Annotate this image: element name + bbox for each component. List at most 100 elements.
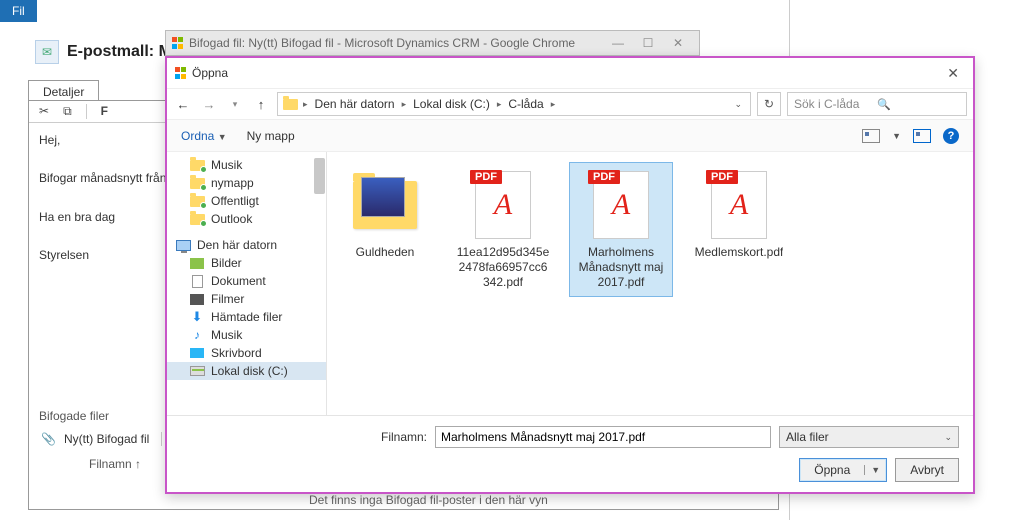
folder-icon (282, 97, 298, 111)
chevron-right-icon[interactable]: ▸ (399, 99, 410, 110)
chevron-right-icon[interactable]: ▸ (548, 99, 559, 110)
chrome-popup-titlebar: Bifogad fil: Ny(tt) Bifogad fil - Micros… (165, 30, 700, 56)
dl-icon: ⬇ (189, 310, 205, 324)
open-split-dropdown[interactable]: ▼ (864, 465, 886, 475)
nav-up-button[interactable]: ↑ (251, 97, 271, 112)
search-placeholder: Sök i C-låda (794, 97, 877, 111)
chrome-popup-title: Bifogad fil: Ny(tt) Bifogad fil - Micros… (189, 36, 575, 50)
empty-list-message: Det finns inga Bifogad fil-poster i den … (309, 493, 548, 507)
chevron-right-icon[interactable]: ▸ (300, 99, 311, 110)
monitor-icon (175, 238, 191, 252)
tree-label: Dokument (211, 274, 266, 288)
breadcrumb-item[interactable]: Den här datorn (313, 96, 397, 112)
tree-label: Musik (211, 158, 242, 172)
open-button[interactable]: Öppna▼ (799, 458, 887, 482)
search-icon[interactable]: 🔍 (877, 98, 960, 111)
nav-recent-button[interactable]: ▾ (225, 99, 245, 110)
file-label: 11ea12d95d345e2478fa66957cc6342.pdf (456, 245, 550, 290)
filename-label: Filnamn: (381, 430, 427, 444)
dialog-title: Öppna (192, 66, 941, 80)
organize-menu[interactable]: Ordna ▼ (181, 129, 227, 143)
scrollbar-thumb[interactable] (314, 158, 325, 194)
breadcrumb-dropdown[interactable]: ⌄ (730, 99, 746, 110)
chevron-down-icon: ⌄ (944, 432, 952, 443)
tree-label: Lokal disk (C:) (211, 364, 288, 378)
view-dropdown-icon[interactable]: ▼ (892, 131, 901, 141)
pdf-thumb: PDFA (585, 169, 657, 241)
new-attachment-icon[interactable]: 📎 (41, 432, 56, 446)
email-template-icon: ✉ (35, 40, 59, 64)
tree-label: Offentligt (211, 194, 259, 208)
nav-back-button[interactable]: ← (173, 97, 193, 112)
copy-icon[interactable]: ⧉ (63, 104, 72, 119)
maximize-button[interactable]: ☐ (633, 36, 663, 50)
folder-icon (189, 194, 205, 208)
tree-item[interactable]: Offentligt (167, 192, 326, 210)
tree-item[interactable]: Musik (167, 156, 326, 174)
doc-icon (189, 274, 205, 288)
tree-item[interactable]: Outlook (167, 210, 326, 228)
breadcrumb-item[interactable]: Lokal disk (C:) (411, 96, 492, 112)
pdf-thumb: PDFA (703, 169, 775, 241)
help-icon[interactable]: ? (943, 128, 959, 144)
breadcrumb-item[interactable]: C-låda (506, 96, 545, 112)
crm-app-icon (172, 37, 184, 49)
film-icon (189, 292, 205, 306)
tree-item[interactable]: Filmer (167, 290, 326, 308)
drive-icon (189, 364, 205, 378)
folder-icon (189, 158, 205, 172)
cancel-button[interactable]: Avbryt (895, 458, 959, 482)
chevron-right-icon[interactable]: ▸ (494, 99, 505, 110)
bold-button[interactable]: F (101, 104, 108, 119)
folder-tree[interactable]: Musik nymapp Offentligt Outlook Den här dat… (167, 152, 327, 415)
refresh-button[interactable]: ↻ (757, 92, 781, 116)
filter-label: Alla filer (786, 430, 829, 444)
windows-icon (175, 67, 187, 79)
file-item[interactable]: Guldheden (333, 162, 437, 267)
tree-item[interactable]: nymapp (167, 174, 326, 192)
minimize-button[interactable]: — (603, 36, 633, 50)
desk-icon (189, 346, 205, 360)
attachments-label: Bifogade filer (39, 409, 109, 423)
folder-icon (189, 176, 205, 190)
note-icon: ♪ (189, 328, 205, 342)
new-folder-button[interactable]: Ny mapp (247, 129, 295, 143)
search-input[interactable]: Sök i C-låda 🔍 (787, 92, 967, 116)
dialog-close-button[interactable]: ✕ (941, 65, 965, 82)
page-title: E-postmall: M (67, 43, 172, 61)
filename-column-header[interactable]: Filnamn ↑ (89, 457, 141, 471)
tree-this-pc[interactable]: Den här datorn (167, 236, 326, 254)
tree-item[interactable]: ♪ Musik (167, 326, 326, 344)
pic-icon (189, 256, 205, 270)
breadcrumb[interactable]: ▸ Den här datorn ▸ Lokal disk (C:) ▸ C-l… (277, 92, 751, 116)
nav-forward-button[interactable]: → (199, 97, 219, 112)
file-item[interactable]: PDFA11ea12d95d345e2478fa66957cc6342.pdf (451, 162, 555, 297)
new-attachment-link[interactable]: Ny(tt) Bifogad fil (64, 432, 149, 446)
tree-label: Hämtade filer (211, 310, 282, 324)
crm-file-tab[interactable]: Fil (0, 0, 37, 22)
file-label: Marholmens Månadsnytt maj 2017.pdf (574, 245, 668, 290)
tree-item[interactable]: Bilder (167, 254, 326, 272)
file-item[interactable]: PDFAMarholmens Månadsnytt maj 2017.pdf (569, 162, 673, 297)
pdf-thumb: PDFA (467, 169, 539, 241)
file-label: Guldheden (356, 245, 415, 260)
tree-label: Filmer (211, 292, 244, 306)
files-pane[interactable]: GuldhedenPDFA11ea12d95d345e2478fa66957cc… (327, 152, 973, 415)
tree-label: Outlook (211, 212, 252, 226)
tree-item[interactable]: Skrivbord (167, 344, 326, 362)
filename-input[interactable] (435, 426, 771, 448)
tree-label: Bilder (211, 256, 242, 270)
view-mode-button[interactable] (862, 129, 880, 143)
preview-pane-button[interactable] (913, 129, 931, 143)
tree-label: Musik (211, 328, 242, 342)
tree-label: nymapp (211, 176, 254, 190)
tree-item[interactable]: Dokument (167, 272, 326, 290)
folder-thumb (349, 169, 421, 241)
cut-icon[interactable]: ✂ (39, 104, 49, 119)
tree-item[interactable]: ⬇ Hämtade filer (167, 308, 326, 326)
folder-icon (189, 212, 205, 226)
file-item[interactable]: PDFAMedlemskort.pdf (687, 162, 791, 267)
close-button[interactable]: ✕ (663, 36, 693, 50)
tree-item[interactable]: Lokal disk (C:) (167, 362, 326, 380)
file-type-filter[interactable]: Alla filer ⌄ (779, 426, 959, 448)
